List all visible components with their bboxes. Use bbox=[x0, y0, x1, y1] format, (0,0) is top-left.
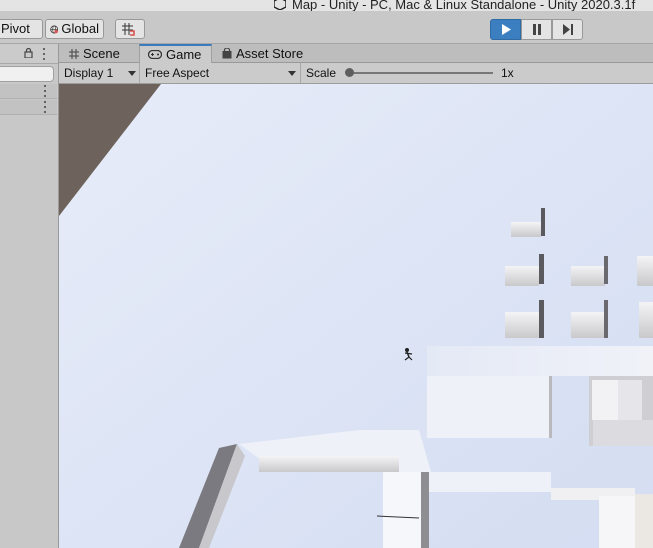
row-menu-icon[interactable] bbox=[44, 101, 47, 113]
game-viewport[interactable] bbox=[59, 84, 653, 548]
hierarchy-panel bbox=[0, 44, 59, 548]
tab-game-label: Game bbox=[166, 47, 202, 62]
tab-scene-label: Scene bbox=[83, 46, 120, 61]
lock-icon[interactable] bbox=[24, 48, 33, 58]
row-menu-icon[interactable] bbox=[44, 85, 47, 97]
scale-slider-handle[interactable] bbox=[345, 68, 354, 77]
pause-button[interactable] bbox=[521, 19, 552, 40]
tab-scene[interactable]: Scene bbox=[61, 44, 139, 63]
scale-label: Scale bbox=[306, 66, 337, 80]
hierarchy-row[interactable] bbox=[0, 84, 57, 99]
display-dropdown[interactable]: Display 1 bbox=[59, 63, 140, 83]
step-icon bbox=[562, 24, 573, 35]
play-controls bbox=[490, 19, 585, 40]
gamepad-icon bbox=[148, 50, 162, 59]
chevron-down-icon bbox=[288, 71, 296, 76]
play-button[interactable] bbox=[490, 19, 521, 40]
globe-icon bbox=[50, 25, 59, 33]
display-dropdown-label: Display 1 bbox=[64, 66, 114, 80]
hierarchy-search-input[interactable] bbox=[0, 66, 54, 82]
global-label: Global bbox=[61, 21, 99, 36]
window-title: Map - Unity - PC, Mac & Linux Standalone… bbox=[292, 0, 636, 11]
raised-platform bbox=[427, 346, 653, 446]
window-title-bar: Map - Unity - PC, Mac & Linux Standalone… bbox=[0, 0, 653, 11]
game-render bbox=[59, 84, 653, 548]
pivot-toggle-button[interactable]: Pivot bbox=[0, 19, 43, 39]
grid-snap-icon bbox=[121, 23, 135, 36]
tab-asset-store-label: Asset Store bbox=[236, 46, 304, 61]
tab-asset-store[interactable]: Asset Store bbox=[214, 44, 314, 63]
unity-logo-icon bbox=[274, 0, 286, 10]
step-button[interactable] bbox=[552, 19, 583, 40]
scale-slider-track[interactable] bbox=[349, 72, 493, 74]
aspect-dropdown[interactable]: Free Aspect bbox=[140, 63, 301, 83]
hierarchy-row[interactable] bbox=[0, 100, 57, 115]
hash-grid-icon bbox=[69, 48, 79, 59]
grid-snap-button[interactable] bbox=[115, 19, 145, 39]
hierarchy-panel-header bbox=[0, 44, 58, 64]
shopping-bag-icon bbox=[222, 48, 232, 59]
aspect-dropdown-label: Free Aspect bbox=[145, 66, 210, 80]
floor-plane bbox=[59, 84, 653, 548]
game-view-toolbar: Display 1 Free Aspect Scale 1x bbox=[59, 63, 653, 84]
play-icon bbox=[501, 24, 511, 35]
tab-game[interactable]: Game bbox=[139, 44, 212, 63]
view-tab-bar: Scene Game Asset Store bbox=[59, 44, 653, 63]
main-toolbar: Pivot Global bbox=[0, 11, 653, 44]
chevron-down-icon bbox=[128, 71, 136, 76]
scale-control: Scale 1x bbox=[301, 63, 531, 83]
panel-menu-icon[interactable] bbox=[43, 48, 46, 60]
pivot-label: Pivot bbox=[1, 21, 30, 36]
global-toggle-button[interactable]: Global bbox=[45, 19, 104, 39]
scale-value: 1x bbox=[501, 66, 514, 80]
pause-icon bbox=[532, 24, 541, 35]
